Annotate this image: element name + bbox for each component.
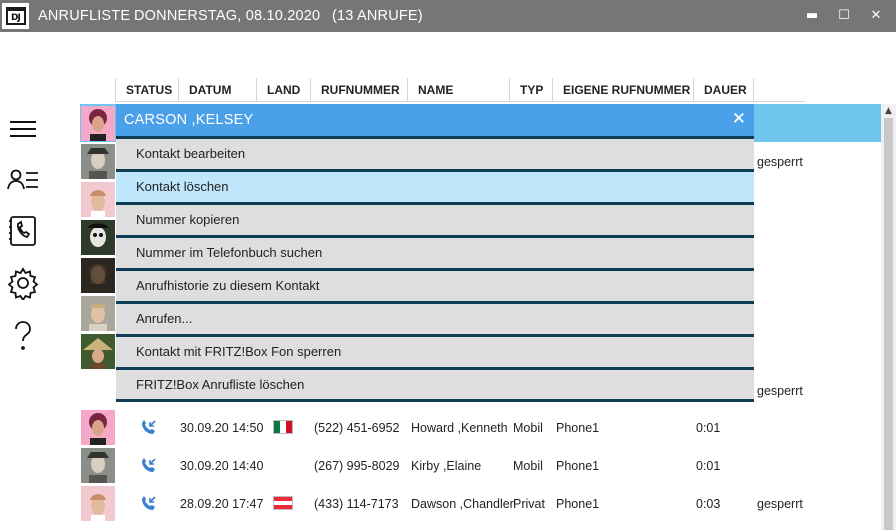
mexico-flag-icon <box>273 420 293 434</box>
vertical-scrollbar[interactable]: ▲ <box>881 104 896 530</box>
hamburger-menu-icon[interactable] <box>6 112 40 146</box>
table-header: STATUS DATUM LAND RUFNUMMER NAME TYP EIG… <box>115 78 805 102</box>
cell-name: Dawson ,Chandler <box>411 497 514 511</box>
column-header-empty <box>753 78 805 102</box>
scroll-up-arrow-icon[interactable]: ▲ <box>881 104 896 118</box>
column-header-datum[interactable]: DATUM <box>178 78 231 102</box>
table-row[interactable]: 28.09.20 17:47 (433) 114-7173 Dawson ,Ch… <box>80 486 882 524</box>
scrollbar-thumb[interactable] <box>884 118 893 530</box>
austria-flag-icon <box>273 496 293 510</box>
contact-avatar <box>81 220 115 255</box>
close-window-button[interactable]: ✕ <box>862 4 890 28</box>
context-menu-header: CARSON ,KELSEY ✕ <box>116 104 754 136</box>
app-logo-text: DJ <box>11 13 21 23</box>
cell-rufnummer: (522) 451-6952 <box>314 421 400 435</box>
app-logo-icon: DJ <box>2 3 29 29</box>
contact-list-icon[interactable] <box>6 163 40 197</box>
cell-note: gesperrt <box>757 497 803 511</box>
phonebook-icon[interactable] <box>6 214 40 248</box>
cell-rufnummer: (267) 995-8029 <box>314 459 400 473</box>
context-menu-title: CARSON ,KELSEY <box>124 112 254 128</box>
context-menu-close-icon[interactable]: ✕ <box>732 109 746 129</box>
menu-item-nummer-suchen[interactable]: Nummer im Telefonbuch suchen <box>116 235 754 268</box>
window-date-title: DONNERSTAG, 08.10.2020 <box>134 8 321 24</box>
contact-avatar <box>81 182 115 217</box>
cell-dauer: 0:03 <box>696 497 721 511</box>
cell-eigene-rufnummer: Phone1 <box>556 421 600 435</box>
menu-item-kontakt-bearbeiten[interactable]: Kontakt bearbeiten <box>116 136 754 169</box>
maximize-button[interactable]: ☐ <box>830 4 858 28</box>
context-menu-bottom-border <box>116 399 754 402</box>
call-list-window: DJ ANRUFLISTE DONNERSTAG, 08.10.2020 (13… <box>0 0 896 530</box>
incoming-call-icon <box>142 458 156 472</box>
title-bar: DJ ANRUFLISTE DONNERSTAG, 08.10.2020 (13… <box>0 0 896 32</box>
cell-datum: 30.09.20 14:50 <box>180 421 264 435</box>
column-header-status[interactable]: STATUS <box>115 78 172 102</box>
column-header-dauer[interactable]: DAUER <box>693 78 747 102</box>
column-header-typ[interactable]: TYP <box>509 78 543 102</box>
contact-avatar <box>81 486 115 521</box>
cell-eigene-rufnummer: Phone1 <box>556 459 600 473</box>
cell-dauer: 0:01 <box>696 459 721 473</box>
row-note-blocked: gesperrt <box>757 384 803 398</box>
cell-typ: Mobil <box>513 459 543 473</box>
table-row[interactable]: 30.09.20 14:50 (522) 451-6952 Howard ,Ke… <box>80 410 882 448</box>
cell-dauer: 0:01 <box>696 421 721 435</box>
menu-item-anrufen[interactable]: Anrufen... <box>116 301 754 334</box>
row-note-blocked: gesperrt <box>757 155 803 169</box>
window-call-count: (13 ANRUFE) <box>332 8 423 24</box>
menu-item-anrufliste-loeschen[interactable]: FRITZ!Box Anrufliste löschen <box>116 367 754 400</box>
help-question-icon[interactable] <box>6 318 40 352</box>
cell-datum: 28.09.20 17:47 <box>180 497 264 511</box>
minimize-button[interactable]: ▬ <box>798 4 826 28</box>
contact-avatar <box>81 334 115 369</box>
gear-icon[interactable] <box>6 266 40 302</box>
menu-item-kontakt-sperren[interactable]: Kontakt mit FRITZ!Box Fon sperren <box>116 334 754 367</box>
contact-avatar <box>81 106 115 141</box>
cell-eigene-rufnummer: Phone1 <box>556 497 600 511</box>
column-header-land[interactable]: LAND <box>256 78 300 102</box>
menu-item-anrufhistorie[interactable]: Anrufhistorie zu diesem Kontakt <box>116 268 754 301</box>
cell-name: Howard ,Kenneth <box>411 421 508 435</box>
incoming-call-icon <box>142 496 156 510</box>
contact-avatar <box>81 258 115 293</box>
cell-name: Kirby ,Elaine <box>411 459 482 473</box>
menu-item-nummer-kopieren[interactable]: Nummer kopieren <box>116 202 754 235</box>
column-header-eigene-rufnummer[interactable]: EIGENE RUFNUMMER <box>552 78 690 102</box>
contact-avatar <box>81 448 115 483</box>
table-row[interactable]: 30.09.20 14:40 (267) 995-8029 Kirby ,Ela… <box>80 448 882 486</box>
cell-typ: Privat <box>513 497 545 511</box>
contact-avatar <box>81 144 115 179</box>
column-header-rufnummer[interactable]: RUFNUMMER <box>310 78 400 102</box>
window-title: ANRUFLISTE <box>38 8 131 24</box>
cell-datum: 30.09.20 14:40 <box>180 459 264 473</box>
cell-rufnummer: (433) 114-7173 <box>314 497 399 511</box>
contact-avatar <box>81 410 115 445</box>
contact-avatar <box>81 296 115 331</box>
cell-typ: Mobil <box>513 421 543 435</box>
menu-item-kontakt-loeschen[interactable]: Kontakt löschen <box>116 169 754 202</box>
column-header-name[interactable]: NAME <box>407 78 453 102</box>
incoming-call-icon <box>142 420 156 434</box>
